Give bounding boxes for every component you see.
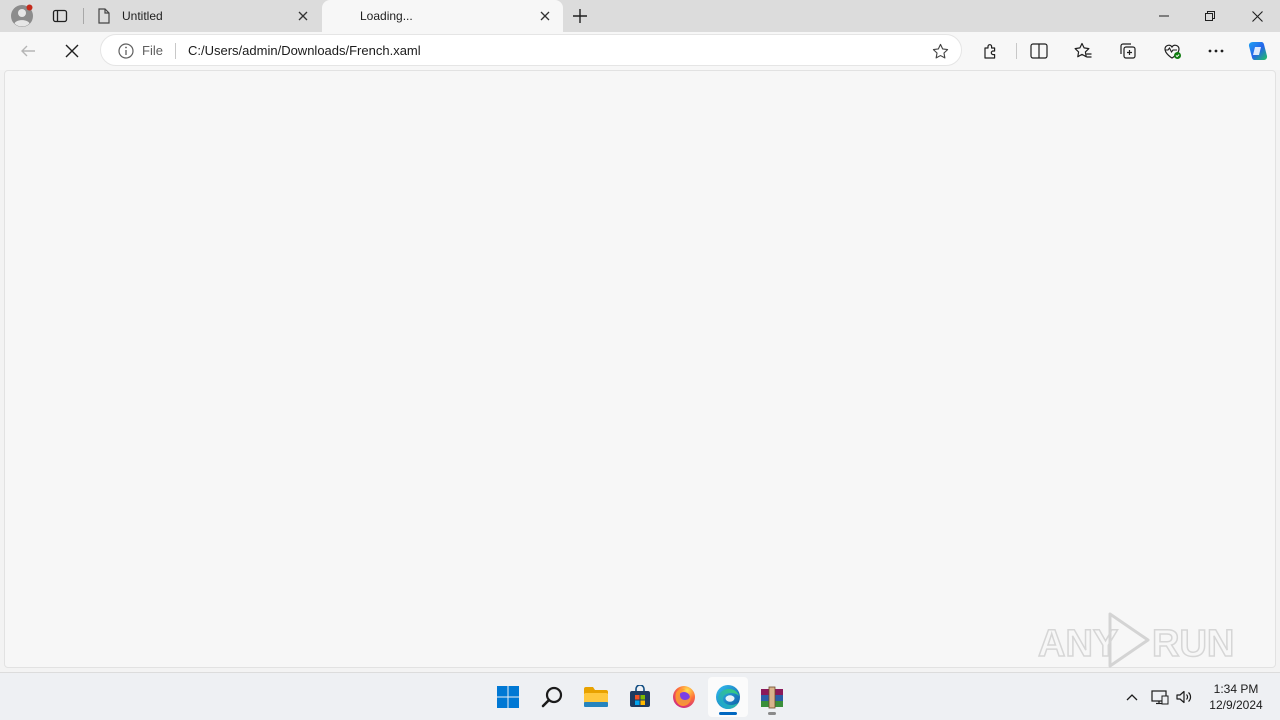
address-url[interactable]: C:/Users/admin/Downloads/French.xaml [188,43,421,58]
minimize-button[interactable] [1141,0,1187,32]
show-hidden-icons-chevron-icon[interactable] [1120,685,1144,709]
watermark-text-right: RUN [1152,623,1234,665]
split-screen-button[interactable] [1023,35,1055,67]
close-tab-icon[interactable] [535,6,555,26]
active-app-indicator [719,712,737,715]
close-tab-icon[interactable] [293,6,313,26]
anyrun-watermark: ANY RUN [1036,608,1236,672]
firefox-icon[interactable] [664,677,704,717]
taskbar: 1:34 PM 12/9/2024 [0,672,1280,720]
page-content-area [4,70,1276,668]
tab-loading[interactable]: Loading... [322,0,563,32]
network-icon[interactable] [1148,685,1172,709]
page-icon [96,8,112,24]
running-app-indicator [768,712,776,715]
back-button[interactable] [12,35,44,67]
stop-loading-button[interactable] [56,35,88,67]
file-explorer-icon[interactable] [576,677,616,717]
extensions-button[interactable] [975,35,1007,67]
toolbar-divider [1016,43,1017,59]
edge-icon[interactable] [708,677,748,717]
loading-spinner-icon [334,8,350,24]
settings-more-button[interactable] [1200,35,1232,67]
browser-toolbar: File C:/Users/admin/Downloads/French.xam… [0,32,1280,70]
tab-untitled[interactable]: Untitled [84,0,321,32]
info-icon[interactable] [117,42,135,60]
tab-label: Untitled [122,9,163,23]
clock-time: 1:34 PM [1213,682,1259,696]
clock-date: 12/9/2024 [1209,698,1263,712]
profile-avatar-icon[interactable] [8,4,36,28]
browser-essentials-button[interactable] [1156,35,1188,67]
address-scheme: File [142,43,163,58]
close-window-button[interactable] [1234,0,1280,32]
address-bar[interactable]: File C:/Users/admin/Downloads/French.xam… [100,34,962,66]
restore-button[interactable] [1187,0,1233,32]
winrar-icon[interactable] [752,677,792,717]
favorite-star-icon[interactable] [931,42,949,60]
favorites-button[interactable] [1067,35,1099,67]
tab-label: Loading... [360,9,413,23]
watermark-text-left: ANY [1038,623,1118,665]
new-tab-button[interactable] [568,4,592,28]
collections-button[interactable] [1112,35,1144,67]
address-separator [175,43,176,59]
copilot-icon[interactable] [1242,35,1274,67]
system-clock[interactable]: 1:34 PM 12/9/2024 [1200,681,1272,713]
volume-icon[interactable] [1172,685,1196,709]
search-icon[interactable] [532,677,572,717]
microsoft-store-icon[interactable] [620,677,660,717]
tab-actions-icon[interactable] [46,4,74,28]
start-icon[interactable] [488,677,528,717]
title-bar: Untitled Loading... [0,0,1280,32]
